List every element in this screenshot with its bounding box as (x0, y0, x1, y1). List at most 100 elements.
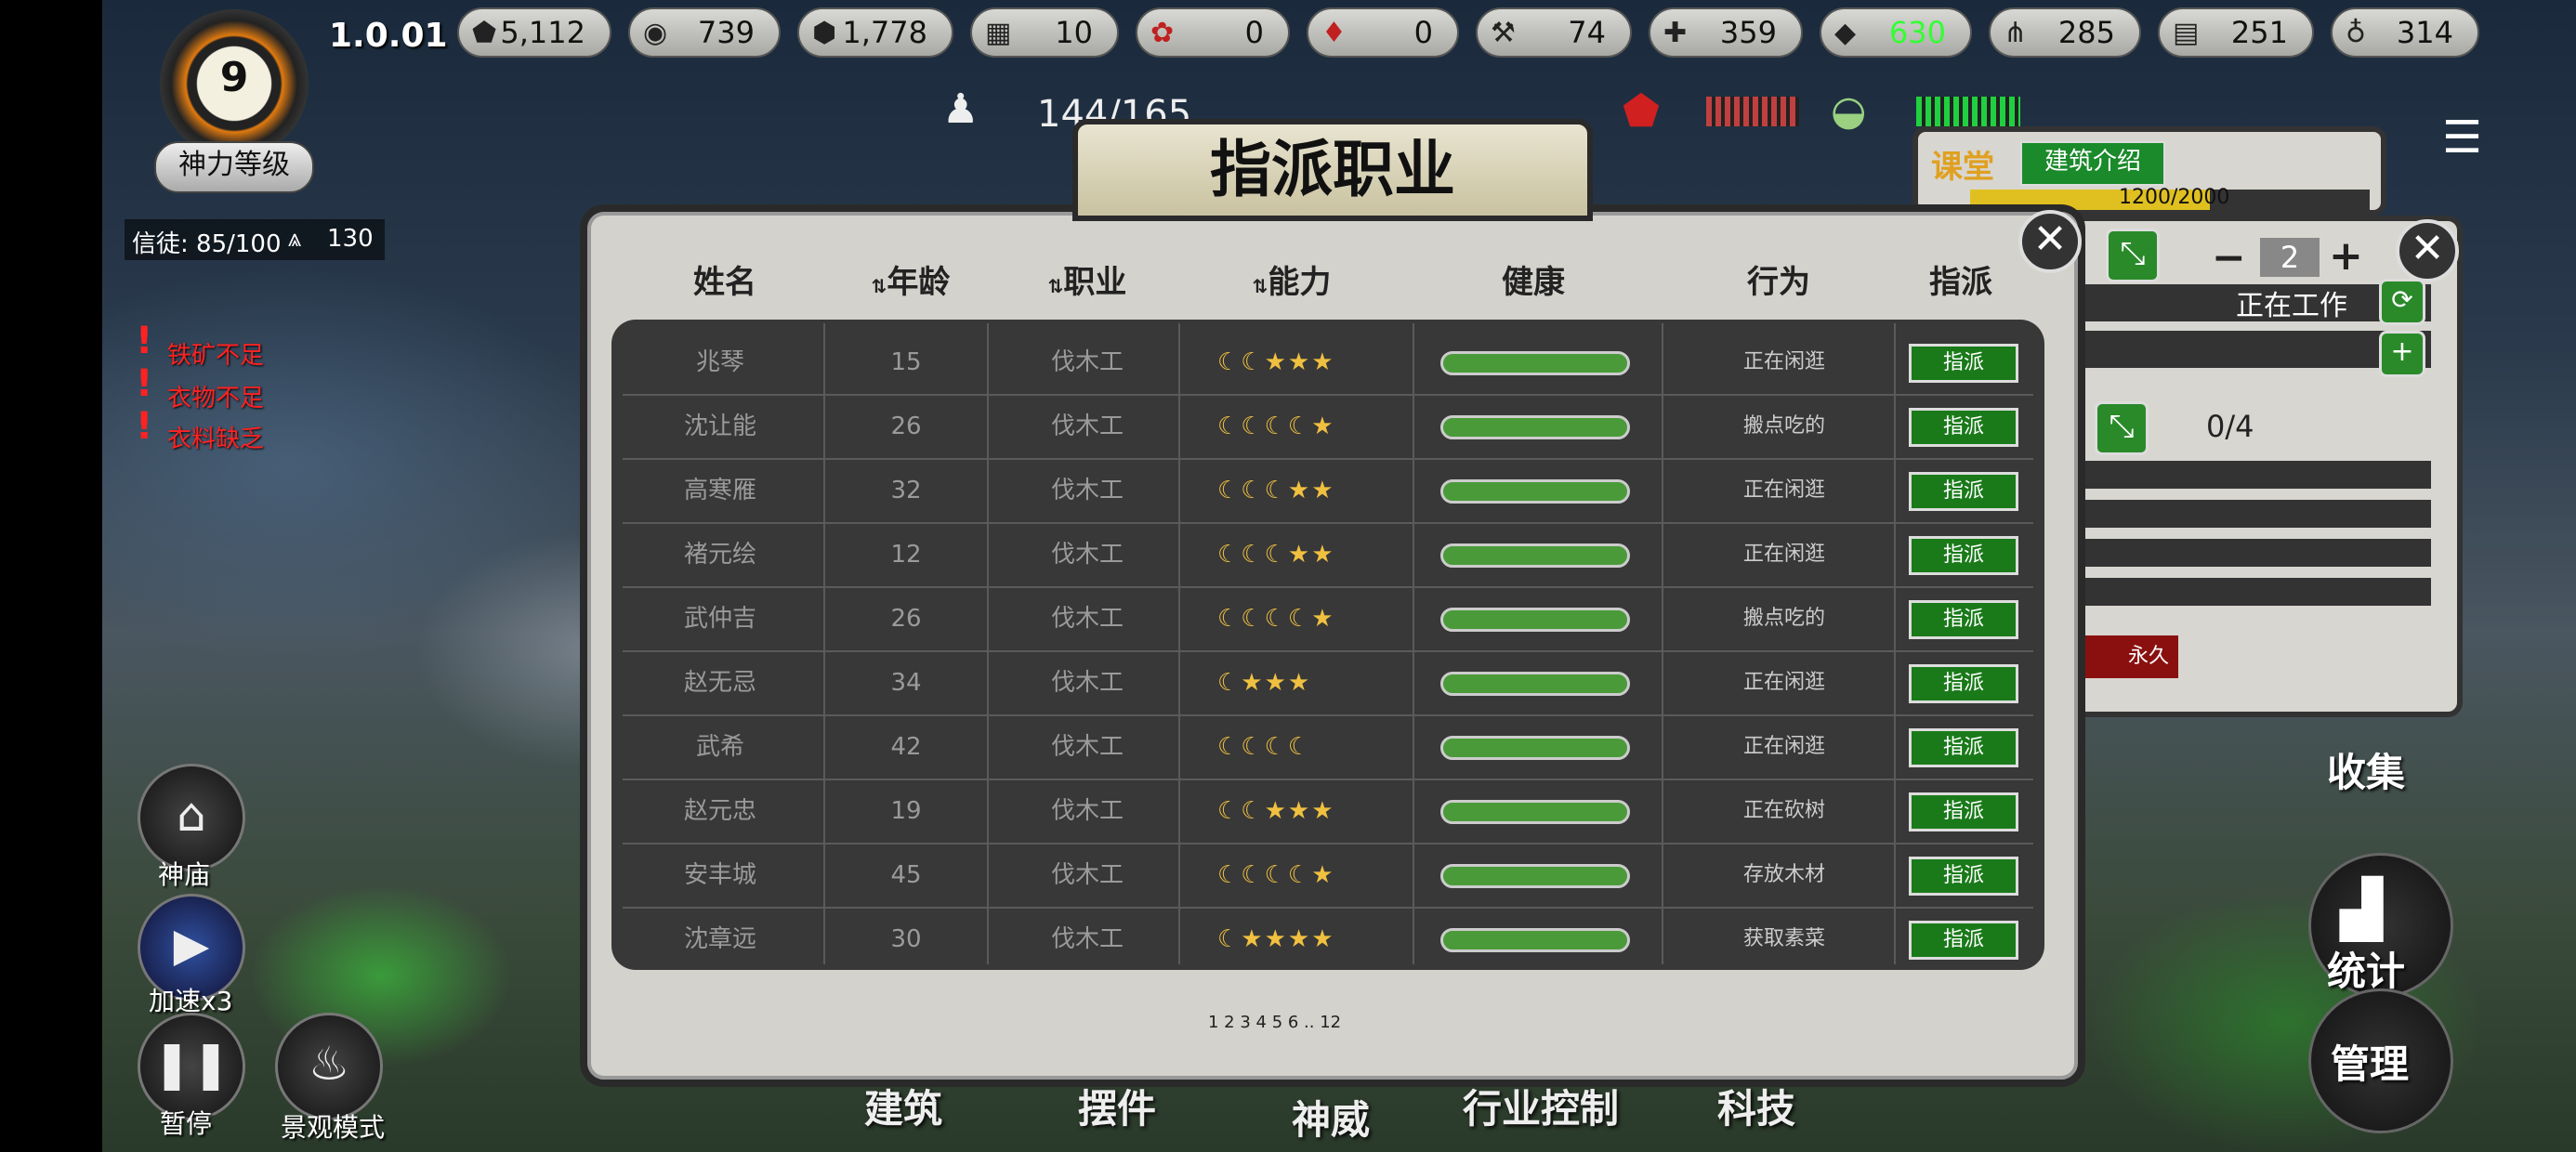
scenery-mode-label: 景观模式 (281, 1112, 386, 1143)
grain-icon: ⋔ (2004, 17, 2028, 49)
header-name[interactable]: 姓名 (669, 256, 781, 302)
ability-rating: ☾☾★★★ (1217, 797, 1335, 825)
prayer-icon: ⩓ (288, 225, 302, 253)
herb-icon: ✚ (1663, 17, 1688, 49)
assign-button[interactable]: 指派 (1909, 728, 2018, 767)
header-health[interactable]: 健康 (1478, 256, 1589, 302)
power-level-label[interactable]: 神力等级 (154, 141, 314, 193)
worker-age: 42 (890, 733, 922, 761)
ability-rating: ☾★★★ (1217, 669, 1312, 697)
worker-job: 伐木工 (1050, 412, 1124, 440)
resource-hammer[interactable]: ⚒ 74 (1476, 7, 1632, 58)
table-row[interactable]: 武仲吉 26 伐木工 ☾☾☾☾★ 搬点吃的 指派 (0, 587, 2576, 652)
menu-list-icon[interactable]: ☰ (2442, 111, 2482, 164)
resource-meat[interactable]: ◉ 739 (628, 7, 781, 58)
food-bowl-icon: ◒ (1831, 87, 1867, 135)
ability-rating: ☾☾☾☾★ (1217, 412, 1335, 440)
worker-status: 正在工作 (2236, 290, 2347, 322)
refresh-button[interactable]: ⟳ (2379, 279, 2425, 325)
assign-button[interactable]: 指派 (1909, 921, 2018, 960)
resource-wood[interactable]: ⬢ 1,778 (797, 7, 953, 58)
collapse-button[interactable]: ⤡ (2106, 229, 2160, 282)
increase-workers-icon[interactable]: + (2329, 232, 2363, 280)
worker-action: 存放木材 (1742, 863, 1825, 886)
assign-button[interactable]: 指派 (1909, 792, 2018, 831)
worker-job: 伐木工 (1050, 861, 1124, 889)
worker-action: 正在闲逛 (1742, 543, 1825, 566)
table-row[interactable]: 武希 42 伐木工 ☾☾☾☾ 正在闲逛 指派 (0, 715, 2576, 780)
sort-icon: ⇅ (871, 275, 887, 297)
power-level-badge[interactable]: 9 (160, 9, 309, 158)
decrease-workers-icon[interactable]: − (2212, 234, 2246, 281)
assign-button[interactable]: 指派 (1909, 664, 2018, 703)
flower-icon: ✿ (1150, 17, 1175, 49)
worker-job: 伐木工 (1050, 925, 1124, 953)
worker-age: 19 (890, 797, 922, 825)
resource-herb[interactable]: ✚ 359 (1649, 7, 1803, 58)
worker-name: 赵无忌 (683, 669, 756, 697)
worker-age: 15 (890, 348, 922, 376)
health-bar (1440, 736, 1630, 760)
table-row[interactable]: 兆琴 15 伐木工 ☾☾★★★ 正在闲逛 指派 (0, 331, 2576, 396)
assign-button[interactable]: 指派 (1909, 857, 2018, 896)
resource-cloth[interactable]: ♦ 0 (1307, 7, 1459, 58)
table-row[interactable]: 安丰城 45 伐木工 ☾☾☾☾★ 存放木材 指派 (0, 844, 2576, 909)
header-age[interactable]: ⇅年龄 (846, 256, 976, 302)
worker-age: 26 (890, 605, 922, 633)
resource-jade[interactable]: ◆ 630 (1820, 7, 1972, 58)
assign-button[interactable]: 指派 (1909, 600, 2018, 639)
worker-job: 伐木工 (1050, 733, 1124, 761)
worker-name: 高寒雁 (683, 477, 756, 504)
table-row[interactable]: 褚元绘 12 伐木工 ☾☾☾★★ 正在闲逛 指派 (0, 523, 2576, 588)
happiness-meter (1706, 97, 1799, 126)
worker-job: 伐木工 (1050, 605, 1124, 633)
pagination[interactable]: 1 2 3 4 5 6 .. 12 (1208, 1013, 1341, 1032)
header-ability[interactable]: ⇅能力 (1227, 256, 1357, 302)
nav-divine[interactable]: 神威 (1292, 1089, 1370, 1145)
table-row[interactable]: 赵元忠 19 伐木工 ☾☾★★★ 正在砍树 指派 (0, 779, 2576, 844)
header-action[interactable]: 行为 (1723, 256, 1834, 302)
table-row[interactable]: 沈让能 26 伐木工 ☾☾☾☾★ 搬点吃的 指派 (0, 395, 2576, 460)
health-bar (1440, 800, 1630, 824)
ability-rating: ☾☾★★★ (1217, 348, 1335, 376)
resource-blocks[interactable]: ▦ 10 (970, 7, 1119, 58)
health-bar (1440, 864, 1630, 888)
worker-job: 伐木工 (1050, 348, 1124, 376)
assign-button[interactable]: 指派 (1909, 472, 2018, 511)
cloth-icon: ♦ (1321, 17, 1347, 49)
scenery-mode-button[interactable]: ♨ (275, 1013, 383, 1120)
hammer-icon: ⚒ (1491, 17, 1516, 49)
worker-action: 正在闲逛 (1742, 350, 1825, 373)
worker-action: 获取素菜 (1742, 927, 1825, 950)
table-row[interactable]: 沈章远 30 伐木工 ☾★★★★ 获取素菜 指派 (0, 908, 2576, 971)
version-label: 1.0.01 (329, 17, 448, 55)
header-job[interactable]: ⇅职业 (1022, 256, 1152, 302)
table-row[interactable]: 赵无忌 34 伐木工 ☾★★★ 正在闲逛 指派 (0, 651, 2576, 716)
table-row[interactable]: 高寒雁 32 伐木工 ☾☾☾★★ 正在闲逛 指派 (0, 459, 2576, 524)
health-bar (1440, 415, 1630, 439)
resource-grain[interactable]: ⋔ 285 (1989, 7, 2141, 58)
assign-button[interactable]: 指派 (1909, 536, 2018, 575)
worker-age: 26 (890, 412, 922, 440)
health-bar (1440, 543, 1630, 568)
wood-icon: ⬢ (812, 17, 837, 49)
alert-pentagon-icon[interactable]: ⬟ (1623, 85, 1660, 136)
health-bar (1440, 479, 1630, 504)
power-level-value: 9 (219, 54, 249, 101)
resource-chest[interactable]: ▤ 251 (2158, 7, 2314, 58)
resource-flower[interactable]: ✿ 0 (1136, 7, 1290, 58)
close-dialog-button[interactable]: ✕ (2018, 210, 2082, 273)
pause-label: 暂停 (160, 1108, 213, 1139)
faith-count: 130 (327, 225, 374, 253)
incense-icon: ♨ (308, 1037, 350, 1091)
close-building-panel-button[interactable]: ✕ (2396, 219, 2459, 282)
assign-button[interactable]: 指派 (1909, 344, 2018, 383)
stone-icon: ⬟ (472, 17, 497, 49)
resource-bottle[interactable]: ♁ 314 (2331, 7, 2479, 58)
resource-stone[interactable]: ⬟ 5,112 (457, 7, 611, 58)
meat-icon: ◉ (643, 17, 668, 49)
worker-job: 伐木工 (1050, 669, 1124, 697)
building-intro-button[interactable]: 建筑介绍 (2020, 141, 2165, 186)
worker-action: 正在闲逛 (1742, 671, 1825, 694)
assign-button[interactable]: 指派 (1909, 408, 2018, 447)
